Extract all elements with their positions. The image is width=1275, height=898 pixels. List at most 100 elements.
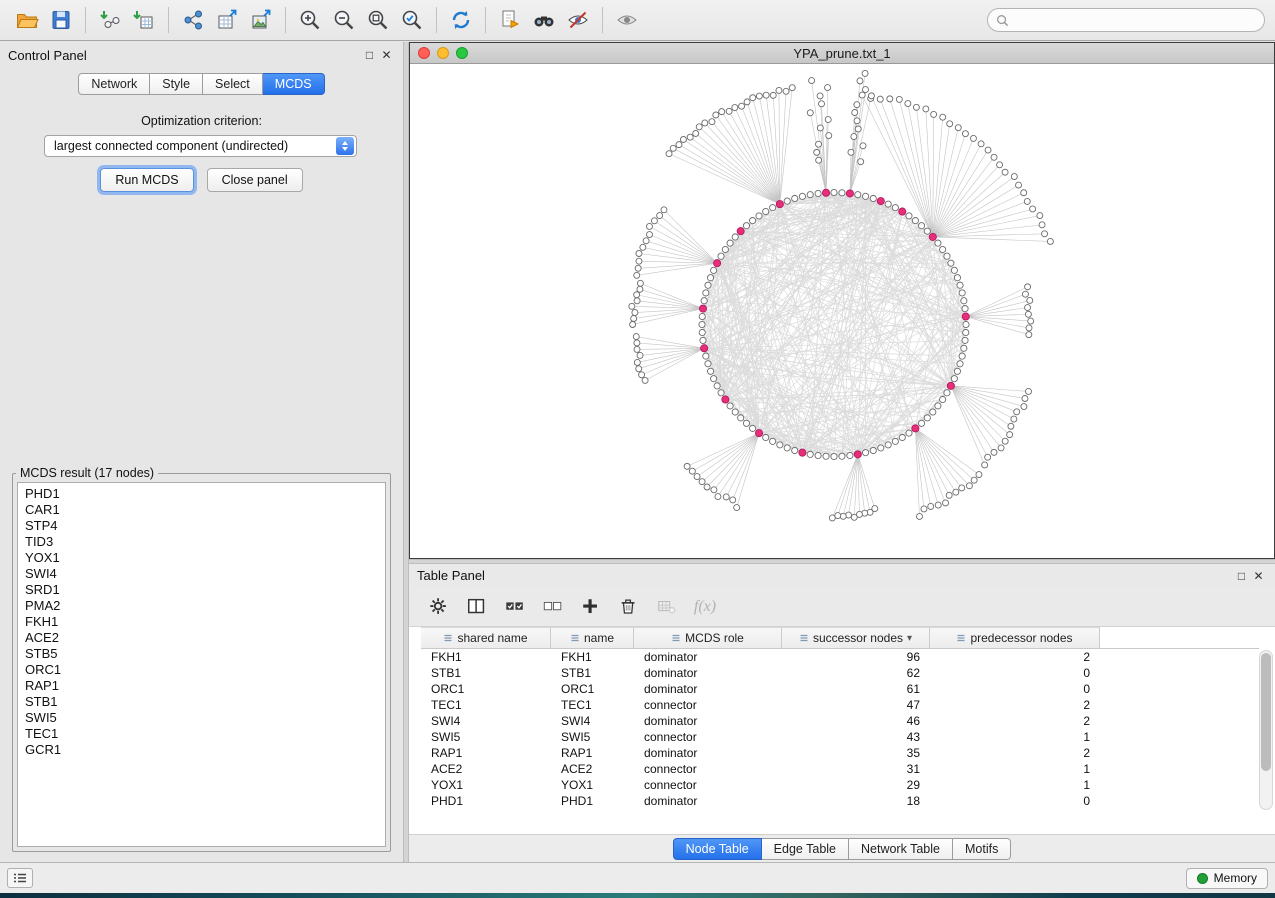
optimization-criterion-dropdown[interactable]: largest connected component (undirected): [44, 135, 357, 157]
tab-network[interactable]: Network: [78, 73, 150, 95]
table-row[interactable]: TEC1TEC1connector472: [421, 697, 1259, 713]
column-header-successor_nodes[interactable]: successor nodes▾: [782, 627, 930, 648]
table-panel: Table Panel □ ✕ f(x) shared namenameMCDS…: [409, 564, 1275, 862]
open-folder-icon[interactable]: [10, 5, 44, 35]
graphics-details-icon[interactable]: [561, 5, 595, 35]
tab-node-table[interactable]: Node Table: [673, 838, 762, 860]
split-panel-icon[interactable]: [461, 592, 493, 622]
table-cell-predecessor_nodes: 1: [930, 729, 1100, 745]
table-scrollbar[interactable]: [1259, 650, 1273, 810]
close-table-panel-icon[interactable]: ✕: [1250, 569, 1267, 583]
function-builder-icon: f(x): [694, 598, 716, 616]
mcds-result-item[interactable]: TEC1: [18, 726, 385, 742]
table-cell-name: SWI4: [551, 713, 634, 729]
save-icon[interactable]: [44, 5, 78, 35]
search-input[interactable]: [1014, 13, 1256, 27]
float-panel-icon[interactable]: □: [361, 48, 378, 62]
export-image-icon[interactable]: [244, 5, 278, 35]
column-header-shared_name[interactable]: shared name: [421, 627, 551, 648]
delete-icon[interactable]: [613, 592, 645, 622]
network-window: YPA_prune.txt_1: [409, 42, 1275, 559]
table-cell-shared_name: RAP1: [421, 745, 551, 761]
column-header-mcds_role[interactable]: MCDS role: [634, 627, 782, 648]
table-row[interactable]: RAP1RAP1dominator352: [421, 745, 1259, 761]
close-window-icon[interactable]: [418, 47, 430, 59]
close-panel-button[interactable]: Close panel: [207, 168, 303, 192]
mcds-result-item[interactable]: FKH1: [18, 614, 385, 630]
mcds-result-item[interactable]: ACE2: [18, 630, 385, 646]
export-network-icon[interactable]: [176, 5, 210, 35]
mcds-result-item[interactable]: SRD1: [18, 582, 385, 598]
network-canvas[interactable]: [410, 64, 1274, 558]
mcds-result-item[interactable]: RAP1: [18, 678, 385, 694]
float-table-panel-icon[interactable]: □: [1233, 569, 1250, 583]
minimize-window-icon[interactable]: [437, 47, 449, 59]
refresh-icon[interactable]: [444, 5, 478, 35]
network-window-titlebar[interactable]: YPA_prune.txt_1: [410, 43, 1274, 64]
table-row[interactable]: YOX1YOX1connector291: [421, 777, 1259, 793]
mcds-result-item[interactable]: CAR1: [18, 502, 385, 518]
destroy-table-icon[interactable]: [651, 592, 683, 622]
mcds-result-item[interactable]: ORC1: [18, 662, 385, 678]
table-cell-predecessor_nodes: 2: [930, 649, 1100, 665]
tab-mcds[interactable]: MCDS: [263, 73, 325, 95]
zoom-fit-icon[interactable]: [361, 5, 395, 35]
mcds-result-item[interactable]: TID3: [18, 534, 385, 550]
select-all-icon[interactable]: [499, 592, 531, 622]
import-table-file-icon[interactable]: [127, 5, 161, 35]
table-row[interactable]: FKH1FKH1dominator962: [421, 649, 1259, 665]
memory-status-icon: [1197, 873, 1208, 884]
column-header-name[interactable]: name: [551, 627, 634, 648]
table-row[interactable]: SWI5SWI5connector431: [421, 729, 1259, 745]
table-cell-successor_nodes: 47: [782, 697, 930, 713]
zoom-in-icon[interactable]: [293, 5, 327, 35]
memory-label: Memory: [1214, 871, 1257, 885]
cytoscape-app: Control Panel □ ✕ NetworkStyleSelectMCDS…: [0, 0, 1275, 898]
zoom-out-icon[interactable]: [327, 5, 361, 35]
mcds-result-item[interactable]: SWI4: [18, 566, 385, 582]
table-cell-name: ORC1: [551, 681, 634, 697]
zoom-selected-icon[interactable]: [395, 5, 429, 35]
mcds-result-item[interactable]: STB5: [18, 646, 385, 662]
tab-network-table[interactable]: Network Table: [849, 838, 953, 860]
table-cell-mcds_role: dominator: [634, 649, 782, 665]
table-row[interactable]: SWI4SWI4dominator462: [421, 713, 1259, 729]
table-row[interactable]: PHD1PHD1dominator180: [421, 793, 1259, 809]
run-mcds-button[interactable]: Run MCDS: [100, 168, 193, 192]
function-icon[interactable]: f(x): [689, 592, 721, 622]
tab-style[interactable]: Style: [150, 73, 203, 95]
mcds-result-item[interactable]: GCR1: [18, 742, 385, 758]
settings-icon[interactable]: [423, 592, 455, 622]
memory-button[interactable]: Memory: [1186, 868, 1268, 889]
table-row[interactable]: STB1STB1dominator620: [421, 665, 1259, 681]
table-cell-name: ACE2: [551, 761, 634, 777]
table-row[interactable]: ACE2ACE2connector311: [421, 761, 1259, 777]
mcds-result-item[interactable]: SWI5: [18, 710, 385, 726]
duplicate-network-icon[interactable]: [493, 5, 527, 35]
toolbar-separator: [485, 7, 486, 33]
column-header-predecessor_nodes[interactable]: predecessor nodes: [930, 627, 1100, 648]
search-icon: [996, 14, 1009, 27]
import-network-file-icon[interactable]: [93, 5, 127, 35]
show-hide-icon[interactable]: [610, 5, 644, 35]
add-icon[interactable]: [575, 592, 607, 622]
table-row[interactable]: ORC1ORC1dominator610: [421, 681, 1259, 697]
panel-list-button[interactable]: [7, 868, 33, 888]
mcds-result-item[interactable]: YOX1: [18, 550, 385, 566]
mcds-result-item[interactable]: PHD1: [18, 486, 385, 502]
tab-edge-table[interactable]: Edge Table: [762, 838, 849, 860]
mcds-result-item[interactable]: PMA2: [18, 598, 385, 614]
search-box[interactable]: [987, 8, 1265, 32]
mcds-result-item[interactable]: STP4: [18, 518, 385, 534]
maximize-window-icon[interactable]: [456, 47, 468, 59]
export-table-icon[interactable]: [210, 5, 244, 35]
tab-select[interactable]: Select: [203, 73, 263, 95]
mcds-result-item[interactable]: STB1: [18, 694, 385, 710]
deselect-all-icon[interactable]: [537, 592, 569, 622]
scrollbar-thumb[interactable]: [1261, 653, 1271, 771]
close-panel-icon[interactable]: ✕: [378, 48, 395, 62]
find-icon[interactable]: [527, 5, 561, 35]
table-cell-name: RAP1: [551, 745, 634, 761]
tab-motifs[interactable]: Motifs: [953, 838, 1011, 860]
table-cell-name: SWI5: [551, 729, 634, 745]
